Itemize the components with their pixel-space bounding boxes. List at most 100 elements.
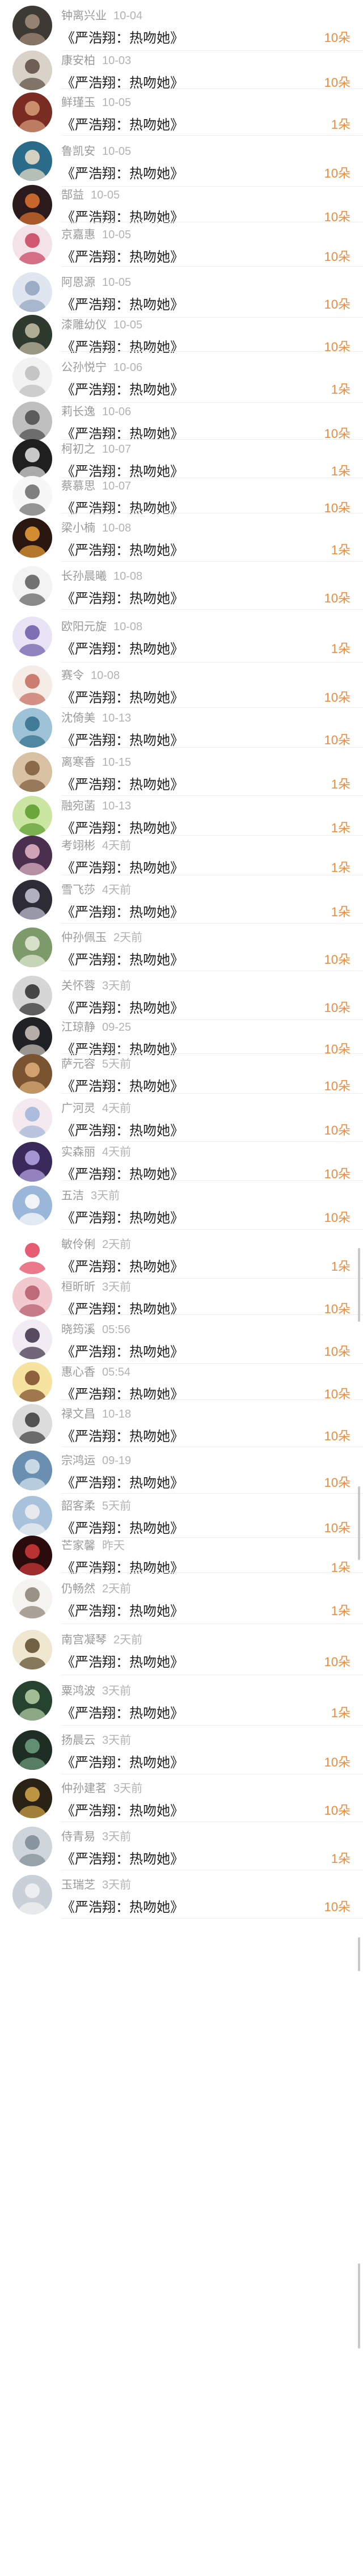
user-name[interactable]: 蔡慕思: [61, 480, 95, 492]
avatar[interactable]: [12, 50, 52, 90]
avatar[interactable]: [12, 617, 52, 656]
avatar[interactable]: [12, 1875, 52, 1915]
avatar[interactable]: [12, 566, 52, 606]
user-name[interactable]: 郜益: [61, 189, 84, 201]
scrollbar[interactable]: [358, 1248, 360, 1322]
list-item[interactable]: 钟离兴业 10-04 《严浩翔：热吻她》 10朵: [0, 0, 363, 51]
avatar[interactable]: [12, 1579, 52, 1618]
user-name[interactable]: 敏伶俐: [61, 1238, 95, 1251]
work-title[interactable]: 《严浩翔：热吻她》: [61, 1340, 184, 1360]
work-title[interactable]: 《严浩翔：热吻她》: [61, 1799, 184, 1819]
list-item[interactable]: 惠心香 05:54 《严浩翔：热吻她》 10朵: [0, 1362, 363, 1402]
list-item[interactable]: 离寒香 10-15 《严浩翔：热吻她》 1朵: [0, 748, 363, 796]
avatar[interactable]: [12, 1098, 52, 1138]
avatar[interactable]: [12, 1730, 52, 1770]
list-item[interactable]: 康安柏 10-03 《严浩翔：热吻她》 10朵: [0, 50, 363, 91]
work-title[interactable]: 《严浩翔：热吻她》: [61, 638, 184, 657]
avatar[interactable]: [12, 185, 52, 225]
avatar[interactable]: [12, 880, 52, 920]
list-item[interactable]: 侍青易 3天前 《严浩翔：热吻她》 1朵: [0, 1822, 363, 1870]
user-name[interactable]: 仲孙佩玉: [61, 931, 107, 944]
work-title[interactable]: 《严浩翔：热吻她》: [61, 1255, 184, 1275]
avatar[interactable]: [12, 752, 52, 792]
user-name[interactable]: 实森丽: [61, 1146, 95, 1158]
user-name[interactable]: 柯初之: [61, 443, 95, 456]
list-item[interactable]: 沈倚美 10-13 《严浩翔：热吻她》 10朵: [0, 708, 363, 748]
avatar[interactable]: [12, 665, 52, 705]
user-name[interactable]: 南宫凝琴: [61, 1634, 107, 1646]
list-item[interactable]: 梁小楠 10-08 《严浩翔：热吻她》 1朵: [0, 513, 363, 562]
avatar[interactable]: [12, 1362, 52, 1402]
list-item[interactable]: 公孙悦宁 10-06 《严浩翔：热吻她》 1朵: [0, 352, 363, 403]
list-item[interactable]: 京嘉惠 10-05 《严浩翔：热吻她》 10朵: [0, 222, 363, 267]
user-name[interactable]: 桓昕昕: [61, 1281, 95, 1293]
avatar[interactable]: [12, 1277, 52, 1317]
list-item[interactable]: 江琼静 09-25 《严浩翔：热吻她》 10朵: [0, 1017, 363, 1057]
user-name[interactable]: 钟离兴业: [61, 10, 107, 22]
work-title[interactable]: 《严浩翔：热吻她》: [61, 1651, 184, 1671]
list-item[interactable]: 雪飞莎 4天前 《严浩翔：热吻她》 1朵: [0, 875, 363, 924]
work-title[interactable]: 《严浩翔：热吻她》: [61, 539, 184, 559]
list-item[interactable]: 莉长逸 10-06 《严浩翔：热吻她》 10朵: [0, 402, 363, 442]
list-item[interactable]: 赛令 10-08 《严浩翔：热吻她》 10朵: [0, 663, 363, 708]
list-item[interactable]: 柯初之 10-07 《严浩翔：热吻她》 1朵: [0, 439, 363, 479]
avatar[interactable]: [12, 1536, 52, 1575]
work-title[interactable]: 《严浩翔：热吻她》: [61, 587, 184, 607]
user-name[interactable]: 阿恩源: [61, 276, 95, 289]
list-item[interactable]: 长孙晨曦 10-08 《严浩翔：热吻她》 10朵: [0, 562, 363, 610]
list-item[interactable]: 扬晨云 3天前 《严浩翔：热吻她》 10朵: [0, 1726, 363, 1774]
list-item[interactable]: 韶客柔 5天前 《严浩翔：热吻她》 10朵: [0, 1494, 363, 1538]
work-title[interactable]: 《严浩翔：热吻她》: [61, 1751, 184, 1771]
work-title[interactable]: 《严浩翔：热吻她》: [61, 1425, 184, 1445]
user-name[interactable]: 欧阳元旋: [61, 621, 107, 633]
avatar[interactable]: [12, 836, 52, 875]
avatar[interactable]: [12, 1319, 52, 1359]
list-item[interactable]: 五洁 3天前 《严浩翔：热吻她》 10朵: [0, 1181, 363, 1230]
user-name[interactable]: 莉长逸: [61, 406, 95, 418]
list-item[interactable]: 仍畅然 2天前 《严浩翔：热吻她》 1朵: [0, 1573, 363, 1624]
user-name[interactable]: 京嘉惠: [61, 229, 95, 241]
avatar[interactable]: [12, 1186, 52, 1225]
user-name[interactable]: 雪飞莎: [61, 884, 95, 896]
work-title[interactable]: 《严浩翔：热吻她》: [61, 1163, 184, 1183]
user-name[interactable]: 离寒香: [61, 756, 95, 769]
list-item[interactable]: 实森丽 4天前 《严浩翔：热吻她》 10朵: [0, 1142, 363, 1183]
list-item[interactable]: 鲜瑾玉 10-05 《严浩翔：热吻她》 1朵: [0, 89, 363, 136]
user-name[interactable]: 宗鸿运: [61, 1454, 95, 1467]
scrollbar[interactable]: [358, 1486, 360, 1560]
user-name[interactable]: 仲孙建茗: [61, 1782, 107, 1795]
user-name[interactable]: 五洁: [61, 1190, 84, 1202]
work-title[interactable]: 《严浩翔：热吻她》: [61, 817, 184, 837]
avatar[interactable]: [12, 1404, 52, 1444]
list-item[interactable]: 鲁凯安 10-05 《严浩翔：热吻她》 10朵: [0, 136, 363, 187]
work-title[interactable]: 《严浩翔：热吻她》: [61, 1075, 184, 1095]
avatar[interactable]: [12, 976, 52, 1015]
list-item[interactable]: 敏伶俐 2天前 《严浩翔：热吻她》 1朵: [0, 1230, 363, 1279]
avatar[interactable]: [12, 1142, 52, 1182]
work-title[interactable]: 《严浩翔：热吻她》: [61, 1472, 184, 1491]
list-item[interactable]: 仲孙建茗 3天前 《严浩翔：热吻她》 10朵: [0, 1774, 363, 1822]
user-name[interactable]: 江琼静: [61, 1021, 95, 1034]
user-name[interactable]: 玉瑞芝: [61, 1879, 95, 1891]
user-name[interactable]: 鲜瑾玉: [61, 96, 95, 109]
user-name[interactable]: 梁小楠: [61, 522, 95, 534]
work-title[interactable]: 《严浩翔：热吻她》: [61, 246, 184, 265]
user-name[interactable]: 融宛菡: [61, 800, 95, 812]
avatar[interactable]: [12, 1017, 52, 1057]
avatar[interactable]: [12, 6, 52, 45]
avatar[interactable]: [12, 315, 52, 355]
avatar[interactable]: [12, 357, 52, 397]
work-title[interactable]: 《严浩翔：热吻她》: [61, 1517, 184, 1537]
user-name[interactable]: 沈倚美: [61, 712, 95, 724]
avatar[interactable]: [12, 225, 52, 264]
list-item[interactable]: 广河灵 4天前 《严浩翔：热吻她》 10朵: [0, 1094, 363, 1142]
list-item[interactable]: 芒家馨 昨天 《严浩翔：热吻她》 1朵: [0, 1536, 363, 1576]
avatar[interactable]: [12, 1827, 52, 1866]
user-name[interactable]: 芒家馨: [61, 1540, 95, 1552]
avatar[interactable]: [12, 708, 52, 748]
user-name[interactable]: 公孙悦宁: [61, 361, 107, 374]
work-title[interactable]: 《严浩翔：热吻她》: [61, 901, 184, 921]
list-item[interactable]: 萨元容 5天前 《严浩翔：热吻她》 10朵: [0, 1054, 363, 1094]
work-title[interactable]: 《严浩翔：热吻她》: [61, 1896, 184, 1916]
list-item[interactable]: 玉瑞芝 3天前 《严浩翔：热吻她》 10朵: [0, 1870, 363, 1919]
